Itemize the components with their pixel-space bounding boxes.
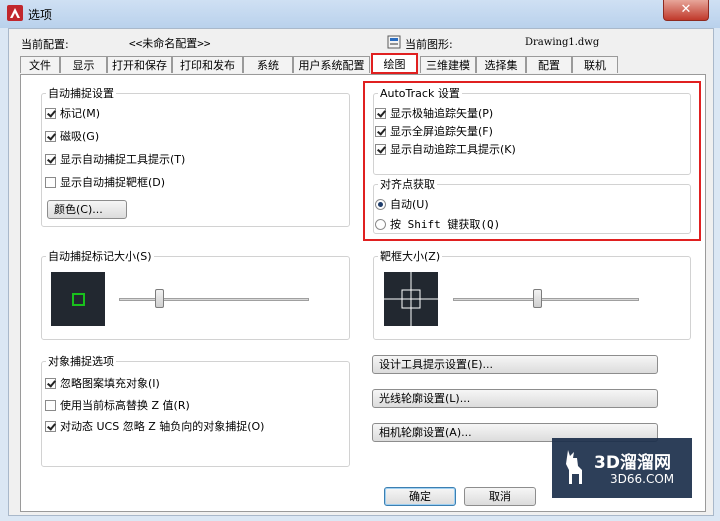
checkbox-indicator[interactable] (45, 107, 56, 119)
tab-system[interactable]: 系统 (243, 56, 293, 73)
tab-online[interactable]: 联机 (572, 56, 618, 73)
checkbox-indicator[interactable] (45, 130, 56, 142)
title-bar[interactable]: 选项 ✕ (0, 0, 720, 28)
autotrack-group-title: AutoTrack 设置 (380, 87, 460, 100)
radio-indicator[interactable] (375, 218, 386, 230)
alignment-group-title: 对齐点获取 (380, 178, 435, 191)
checkbox-indicator[interactable] (375, 125, 386, 137)
checkbox-label: 对动态 UCS 忽略 Z 轴负向的对象捕捉(O) (60, 420, 265, 433)
checkbox-label: 显示自动追踪工具提示(K) (390, 143, 516, 156)
alignment-auto-radio[interactable]: 自动(U) (375, 196, 429, 212)
light-glyph-settings-button[interactable]: 光线轮廓设置(L)... (372, 389, 658, 408)
close-button[interactable]: ✕ (663, 0, 709, 21)
current-profile-label: 当前配置: (21, 38, 69, 51)
marker-size-slider-thumb[interactable] (155, 289, 165, 308)
drawing-file-icon (387, 35, 401, 49)
alignment-shift-radio[interactable]: 按 Shift 键获取(Q) (375, 216, 500, 232)
current-drawing-label: 当前图形: (405, 38, 453, 51)
full-screen-vector-checkbox[interactable]: 显示全屏追踪矢量(F) (375, 123, 493, 139)
autosnap-marker-checkbox[interactable]: 标记(M) (45, 105, 100, 121)
replace-z-value-checkbox[interactable]: 使用当前标高替换 Z 值(R) (45, 397, 190, 413)
checkbox-indicator[interactable] (375, 143, 386, 155)
ignore-hatch-checkbox[interactable]: 忽略图案填充对象(I) (45, 375, 160, 391)
autocad-app-icon (7, 5, 23, 21)
checkbox-label: 显示自动捕捉工具提示(T) (60, 153, 186, 166)
autotrack-tooltip-checkbox[interactable]: 显示自动追踪工具提示(K) (375, 141, 516, 157)
color-button[interactable]: 颜色(C)... (47, 200, 127, 219)
autosnap-aperture-checkbox[interactable]: 显示自动捕捉靶框(D) (45, 174, 165, 190)
tab-display[interactable]: 显示 (60, 56, 107, 73)
checkbox-indicator[interactable] (45, 176, 56, 188)
deer-logo-icon (566, 450, 582, 484)
current-profile-value: <<未命名配置>> (129, 37, 211, 50)
tab-3d-modeling[interactable]: 三维建模 (420, 56, 476, 73)
tooltip-settings-button[interactable]: 设计工具提示设置(E)... (372, 355, 658, 374)
polar-tracking-vector-checkbox[interactable]: 显示极轴追踪矢量(P) (375, 105, 493, 121)
tab-plot-publish[interactable]: 打印和发布 (172, 56, 243, 73)
aperture-size-slider-track[interactable] (453, 298, 639, 301)
current-drawing-value: Drawing1.dwg (525, 37, 600, 48)
object-snap-title: 对象捕捉选项 (48, 355, 114, 368)
ignore-negative-z-checkbox[interactable]: 对动态 UCS 忽略 Z 轴负向的对象捕捉(O) (45, 418, 264, 434)
tab-profiles[interactable]: 配置 (526, 56, 572, 73)
aperture-size-preview (384, 272, 438, 326)
autosnap-magnet-checkbox[interactable]: 磁吸(G) (45, 128, 99, 144)
ok-button[interactable]: 确定 (384, 487, 456, 506)
window-title: 选项 (28, 8, 53, 22)
checkbox-label: 显示极轴追踪矢量(P) (390, 107, 494, 120)
tab-drafting[interactable]: 绘图 (371, 53, 418, 74)
checkbox-label: 使用当前标高替换 Z 值(R) (60, 399, 190, 412)
aperture-size-slider-thumb[interactable] (532, 289, 542, 308)
marker-size-title: 自动捕捉标记大小(S) (48, 250, 152, 263)
checkbox-label: 磁吸(G) (60, 130, 100, 143)
autosnap-group-title: 自动捕捉设置 (48, 87, 114, 100)
checkbox-label: 标记(M) (60, 107, 101, 120)
marker-size-preview (51, 272, 105, 326)
checkbox-indicator[interactable] (45, 153, 56, 165)
checkbox-label: 显示全屏追踪矢量(F) (390, 125, 493, 138)
autosnap-tooltip-checkbox[interactable]: 显示自动捕捉工具提示(T) (45, 151, 185, 167)
snap-marker-icon (72, 293, 85, 306)
options-dialog: 选项 ✕ 当前配置: <<未命名配置>> 当前图形: Drawing1.dwg … (0, 0, 720, 521)
checkbox-indicator[interactable] (45, 420, 56, 432)
checkbox-label: 显示自动捕捉靶框(D) (60, 176, 166, 189)
radio-label: 按 Shift 键获取(Q) (390, 218, 501, 231)
checkbox-indicator[interactable] (45, 399, 56, 411)
checkbox-indicator[interactable] (375, 107, 386, 119)
radio-indicator[interactable] (375, 198, 386, 210)
aperture-crosshair-icon (384, 272, 438, 326)
watermark-domain: 3D66.COM (610, 472, 675, 486)
aperture-size-title: 靶框大小(Z) (380, 250, 441, 263)
checkbox-label: 忽略图案填充对象(I) (60, 377, 160, 390)
cancel-button[interactable]: 取消 (464, 487, 536, 506)
watermark: 3D溜溜网 3D66.COM (552, 438, 692, 498)
tab-user-preferences[interactable]: 用户系统配置 (293, 56, 370, 73)
checkbox-indicator[interactable] (45, 377, 56, 389)
tab-file[interactable]: 文件 (20, 56, 60, 73)
watermark-title: 3D溜溜网 (594, 453, 671, 473)
marker-size-slider-track[interactable] (119, 298, 309, 301)
radio-label: 自动(U) (390, 198, 429, 211)
tab-selection[interactable]: 选择集 (476, 56, 526, 73)
tab-open-save[interactable]: 打开和保存 (107, 56, 172, 73)
